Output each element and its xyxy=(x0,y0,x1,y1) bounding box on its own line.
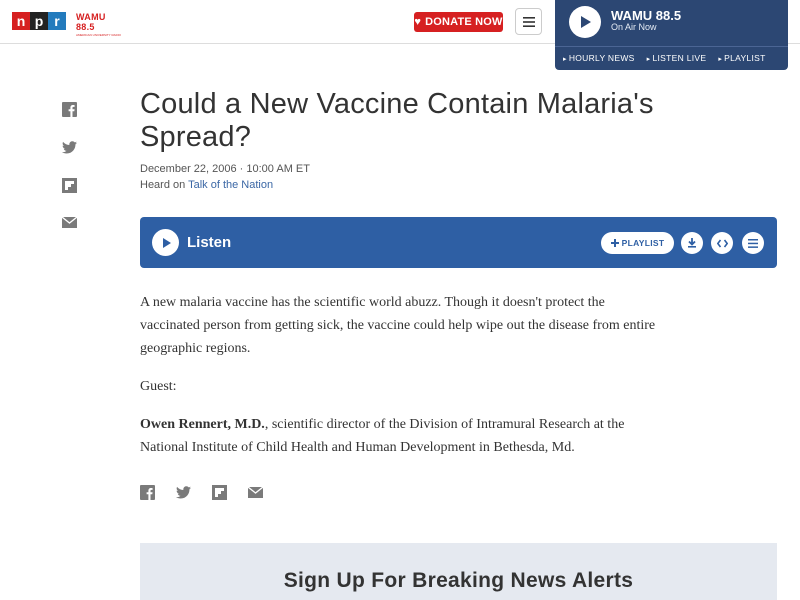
twitter-icon[interactable] xyxy=(62,141,77,154)
flipboard-icon[interactable] xyxy=(212,485,227,500)
player-links: ▸ HOURLY NEWS ▸ LISTEN LIVE ▸ PLAYLIST xyxy=(555,46,788,68)
guest-name: Owen Rennert, M.D. xyxy=(140,417,265,432)
listen-bar: Listen PLAYLIST xyxy=(140,217,777,268)
menu-button[interactable] xyxy=(515,8,542,35)
caret-right-icon: ▸ xyxy=(646,55,651,63)
listen-label[interactable]: Listen xyxy=(187,234,231,251)
download-icon xyxy=(688,238,696,248)
facebook-icon[interactable] xyxy=(62,102,77,117)
caret-right-icon: ▸ xyxy=(563,55,567,63)
email-icon[interactable] xyxy=(248,487,263,498)
station-logo[interactable]: WAMU 88.5 AMERICAN UNIVERSITY RADIO xyxy=(76,12,122,37)
player-link-label: PLAYLIST xyxy=(724,52,766,63)
player-status: On Air Now xyxy=(611,22,657,32)
twitter-icon[interactable] xyxy=(176,486,191,499)
email-icon[interactable] xyxy=(62,217,77,228)
station-logo-text: WAMU 88.5 xyxy=(76,12,106,32)
donate-label: DONATE NOW xyxy=(425,16,503,28)
player-link-playlist[interactable]: ▸ PLAYLIST xyxy=(718,53,765,63)
download-button[interactable] xyxy=(681,232,703,254)
news-alerts-signup: Sign Up For Breaking News Alerts xyxy=(140,543,777,600)
npr-logo-n: n xyxy=(12,12,30,30)
guest-paragraph: Owen Rennert, M.D., scientific director … xyxy=(140,413,660,459)
plus-icon xyxy=(610,239,619,247)
caret-right-icon: ▸ xyxy=(718,55,723,63)
player-station: WAMU 88.5 xyxy=(611,8,682,23)
program-link[interactable]: Talk of the Nation xyxy=(188,179,273,191)
article-date: December 22, 2006 · 10:00 AM ET xyxy=(140,163,310,175)
player-link-listen-live[interactable]: ▸ LISTEN LIVE xyxy=(647,53,707,63)
heart-icon: ♥ xyxy=(414,16,422,28)
hamburger-icon xyxy=(522,16,535,27)
bottom-share-bar xyxy=(140,485,263,500)
playlist-label: PLAYLIST xyxy=(621,238,665,248)
station-logo-tagline: AMERICAN UNIVERSITY RADIO xyxy=(76,33,121,37)
article-paragraph: Guest: xyxy=(140,379,177,394)
embed-icon xyxy=(716,239,728,247)
embed-button[interactable] xyxy=(711,232,733,254)
npr-logo[interactable]: n p r xyxy=(12,12,66,30)
live-play-button[interactable] xyxy=(569,6,601,38)
facebook-icon[interactable] xyxy=(140,485,155,500)
npr-logo-p: p xyxy=(30,12,48,30)
player-link-label: LISTEN LIVE xyxy=(652,52,707,63)
article-paragraph: A new malaria vaccine has the scientific… xyxy=(140,295,656,356)
alerts-heading: Sign Up For Breaking News Alerts xyxy=(283,569,634,592)
heard-on: Heard on Talk of the Nation xyxy=(140,179,273,191)
live-player: WAMU 88.5 On Air Now ▸ HOURLY NEWS ▸ LISTE… xyxy=(555,0,788,70)
article-title: Could a New Vaccine Contain Malaria's Sp… xyxy=(140,88,654,153)
play-icon xyxy=(581,16,591,28)
npr-logo-r: r xyxy=(48,12,66,30)
play-icon xyxy=(162,237,171,248)
transcript-icon xyxy=(748,238,758,248)
player-link-label: HOURLY NEWS xyxy=(568,52,635,63)
player-link-hourly-news[interactable]: ▸ HOURLY NEWS xyxy=(563,53,635,63)
transcript-button[interactable] xyxy=(742,232,764,254)
add-to-playlist-button[interactable]: PLAYLIST xyxy=(601,232,674,254)
listen-play-button[interactable] xyxy=(152,229,179,256)
flipboard-icon[interactable] xyxy=(62,178,77,193)
donate-button[interactable]: ♥ DONATE NOW xyxy=(414,12,503,32)
heard-on-prefix: Heard on xyxy=(140,179,189,191)
